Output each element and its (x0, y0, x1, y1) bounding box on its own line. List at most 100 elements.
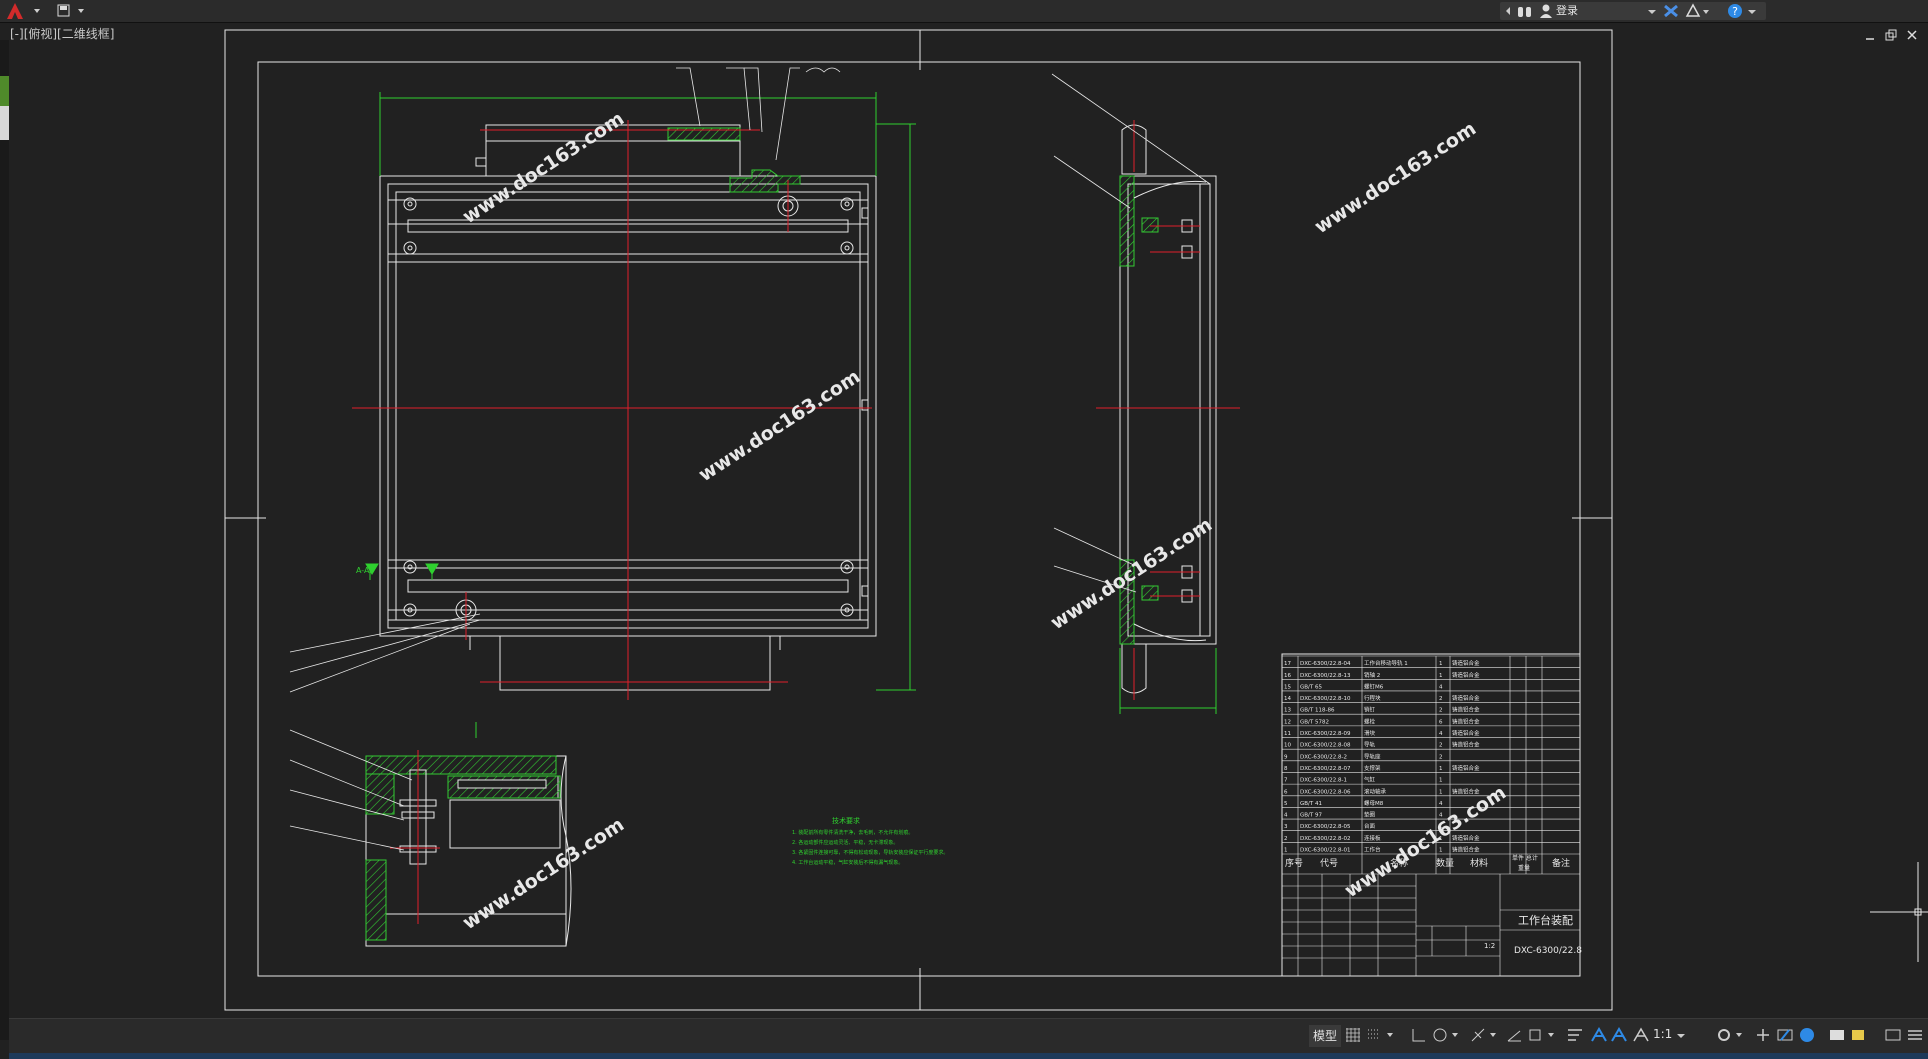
exchange-apps-icon[interactable] (1662, 3, 1680, 19)
watermark-text: www.doc163.com (1341, 782, 1510, 903)
parts-cell-no: 16 (1284, 673, 1291, 679)
parts-cell-name: 气缸 (1364, 776, 1376, 784)
watermark-text: www.doc163.com (459, 108, 628, 229)
parts-cell-name: 螺栓 (1364, 717, 1376, 725)
plus-icon[interactable] (1753, 1026, 1773, 1044)
parts-cell-name: 垫圈 (1364, 811, 1376, 819)
hardware-acceleration-icon[interactable] (1797, 1026, 1817, 1044)
object-snap-icon[interactable] (1527, 1026, 1557, 1044)
parts-cell-no: 13 (1284, 708, 1291, 714)
infer-constraints-icon[interactable] (1409, 1026, 1429, 1044)
application-menu-icon[interactable] (4, 2, 44, 20)
polar-tracking-icon[interactable] (1431, 1026, 1461, 1044)
parts-cell-qty: 6 (1439, 719, 1443, 725)
grid-display-icon[interactable] (1343, 1026, 1363, 1044)
parts-cell-material: 铸造铝合金 (1452, 717, 1480, 725)
units-icon[interactable] (1849, 1026, 1869, 1044)
parts-cell-material: 铸造铝合金 (1452, 741, 1480, 749)
parts-cell-code: DXC-6300/22.8-04 (1300, 661, 1351, 667)
autodesk-a360-icon[interactable] (1684, 3, 1710, 19)
tech-notes-heading: 技术要求 (832, 816, 860, 825)
parts-cell-qty: 1 (1439, 789, 1443, 795)
parts-cell-material: 铸造铝合金 (1452, 834, 1480, 842)
object-snap-tracking-icon[interactable] (1505, 1026, 1525, 1044)
parts-list-header: 序号 代号 名称 数量 材料 单件 总计 重量 备注 (1285, 854, 1570, 872)
parts-cell-name: 滚动轴承 (1364, 787, 1387, 795)
status-bar: 模型 1:1 (9, 1018, 1928, 1059)
parts-cell-no: 17 (1284, 661, 1291, 667)
clean-screen-icon[interactable] (1827, 1026, 1847, 1044)
login-dropdown-chevron-icon[interactable] (1646, 3, 1658, 19)
header-seq: 序号 (1285, 857, 1303, 869)
isolate-objects-icon[interactable] (1775, 1026, 1795, 1044)
parts-cell-code: DXC-6300/22.8-07 (1300, 766, 1351, 772)
parts-cell-code: DXC-6300/22.8-13 (1300, 673, 1351, 679)
parts-cell-code: DXC-6300/22.8-10 (1300, 696, 1351, 702)
parts-cell-no: 5 (1284, 801, 1288, 807)
watermark-text: www.doc163.com (695, 366, 864, 487)
login-button[interactable]: 登录 (1556, 3, 1578, 19)
parts-cell-material: 铸造铝合金 (1452, 846, 1480, 854)
lineweight-icon[interactable] (1565, 1026, 1585, 1044)
watermark-text: www.doc163.com (459, 814, 628, 935)
header-unit-total: 单件 总计 (1512, 854, 1538, 862)
parts-cell-code: DXC-6300/22.8-02 (1300, 836, 1351, 842)
parts-cell-code: DXC-6300/22.8-09 (1300, 731, 1351, 737)
parts-cell-no: 9 (1284, 754, 1288, 760)
annotation-scale-selector[interactable]: 1:1 (1653, 1025, 1672, 1043)
parts-cell-code: GB/T 97 (1300, 813, 1322, 819)
parts-cell-no: 3 (1284, 824, 1288, 830)
drawing-canvas[interactable]: A-A 技术要求 1. 装配前所有零件清洗干净，去毛刺，不允许有划痕。 2. 各… (0, 22, 1928, 1018)
watermark-text: www.doc163.com (1311, 118, 1480, 239)
taskbar-strip (9, 1053, 1928, 1059)
quick-properties-icon[interactable] (1883, 1026, 1903, 1044)
parts-cell-name: 销钉 (1364, 706, 1376, 714)
parts-cell-qty: 4 (1439, 684, 1443, 690)
help-icon[interactable]: ? (1726, 3, 1760, 19)
header-remark: 备注 (1552, 857, 1570, 869)
isometric-drafting-icon[interactable] (1469, 1026, 1499, 1044)
parts-cell-code: DXC-6300/22.8-01 (1300, 848, 1351, 854)
model-tab-button[interactable]: 模型 (1309, 1025, 1342, 1047)
parts-cell-no: 6 (1284, 789, 1288, 795)
parts-cell-material: 铸造铝合金 (1452, 787, 1480, 795)
parts-cell-name: 行程块 (1364, 694, 1381, 702)
technical-notes: 技术要求 1. 装配前所有零件清洗干净，去毛刺，不允许有划痕。 2. 各运动部件… (792, 816, 948, 866)
parts-cell-material: 铸造铝合金 (1452, 659, 1480, 667)
parts-cell-code: GB/T 41 (1300, 801, 1322, 807)
drawing-number: DXC-6300/22.8 (1514, 946, 1582, 956)
parts-cell-no: 11 (1284, 731, 1291, 737)
customization-menu-icon[interactable] (1905, 1026, 1925, 1044)
parts-cell-name: 连接板 (1364, 834, 1381, 842)
infocenter-bar: 登录 ? (1500, 2, 1766, 20)
parts-cell-code: DXC-6300/22.8-06 (1300, 789, 1351, 795)
workspace-gear-icon[interactable] (1715, 1026, 1745, 1044)
parts-cell-code: DXC-6300/22.8-1 (1300, 778, 1347, 784)
parts-cell-code: DXC-6300/22.8-2 (1300, 754, 1347, 760)
auto-scale-icon[interactable] (1609, 1026, 1629, 1044)
parts-cell-qty: 4 (1439, 731, 1443, 737)
user-icon (1540, 4, 1552, 18)
parts-cell-no: 15 (1284, 684, 1291, 690)
parts-cell-code: GB/T 5782 (1300, 719, 1329, 725)
search-binoculars-icon[interactable] (1516, 3, 1534, 19)
tech-note-line: 4. 工作台运动平稳，气缸安装后不得有漏气现象。 (792, 859, 903, 866)
parts-cell-code: GB/T 65 (1300, 684, 1322, 690)
parts-cell-no: 1 (1284, 848, 1288, 854)
parts-cell-name: 台面 (1364, 822, 1376, 830)
snap-mode-icon[interactable] (1365, 1026, 1397, 1044)
parts-cell-name: 支撑架 (1364, 764, 1381, 772)
tech-note-line: 1. 装配前所有零件清洗干净，去毛刺，不允许有划痕。 (792, 829, 913, 836)
annotation-scale-icon[interactable] (1631, 1026, 1651, 1044)
parts-cell-qty: 1 (1439, 661, 1443, 667)
parts-cell-code: DXC-6300/22.8-05 (1300, 824, 1351, 830)
parts-cell-no: 10 (1284, 743, 1291, 749)
parts-cell-no: 2 (1284, 836, 1288, 842)
scale-dropdown-chevron-icon[interactable] (1675, 1026, 1687, 1044)
quick-access-save-icon[interactable] (56, 3, 96, 19)
annotation-visibility-icon[interactable] (1589, 1026, 1609, 1044)
header-qty: 数量 (1436, 857, 1454, 869)
drawing-title: 工作台装配 (1518, 913, 1573, 927)
parts-cell-material: 铸造铝合金 (1452, 706, 1480, 714)
parts-cell-no: 14 (1284, 696, 1291, 702)
